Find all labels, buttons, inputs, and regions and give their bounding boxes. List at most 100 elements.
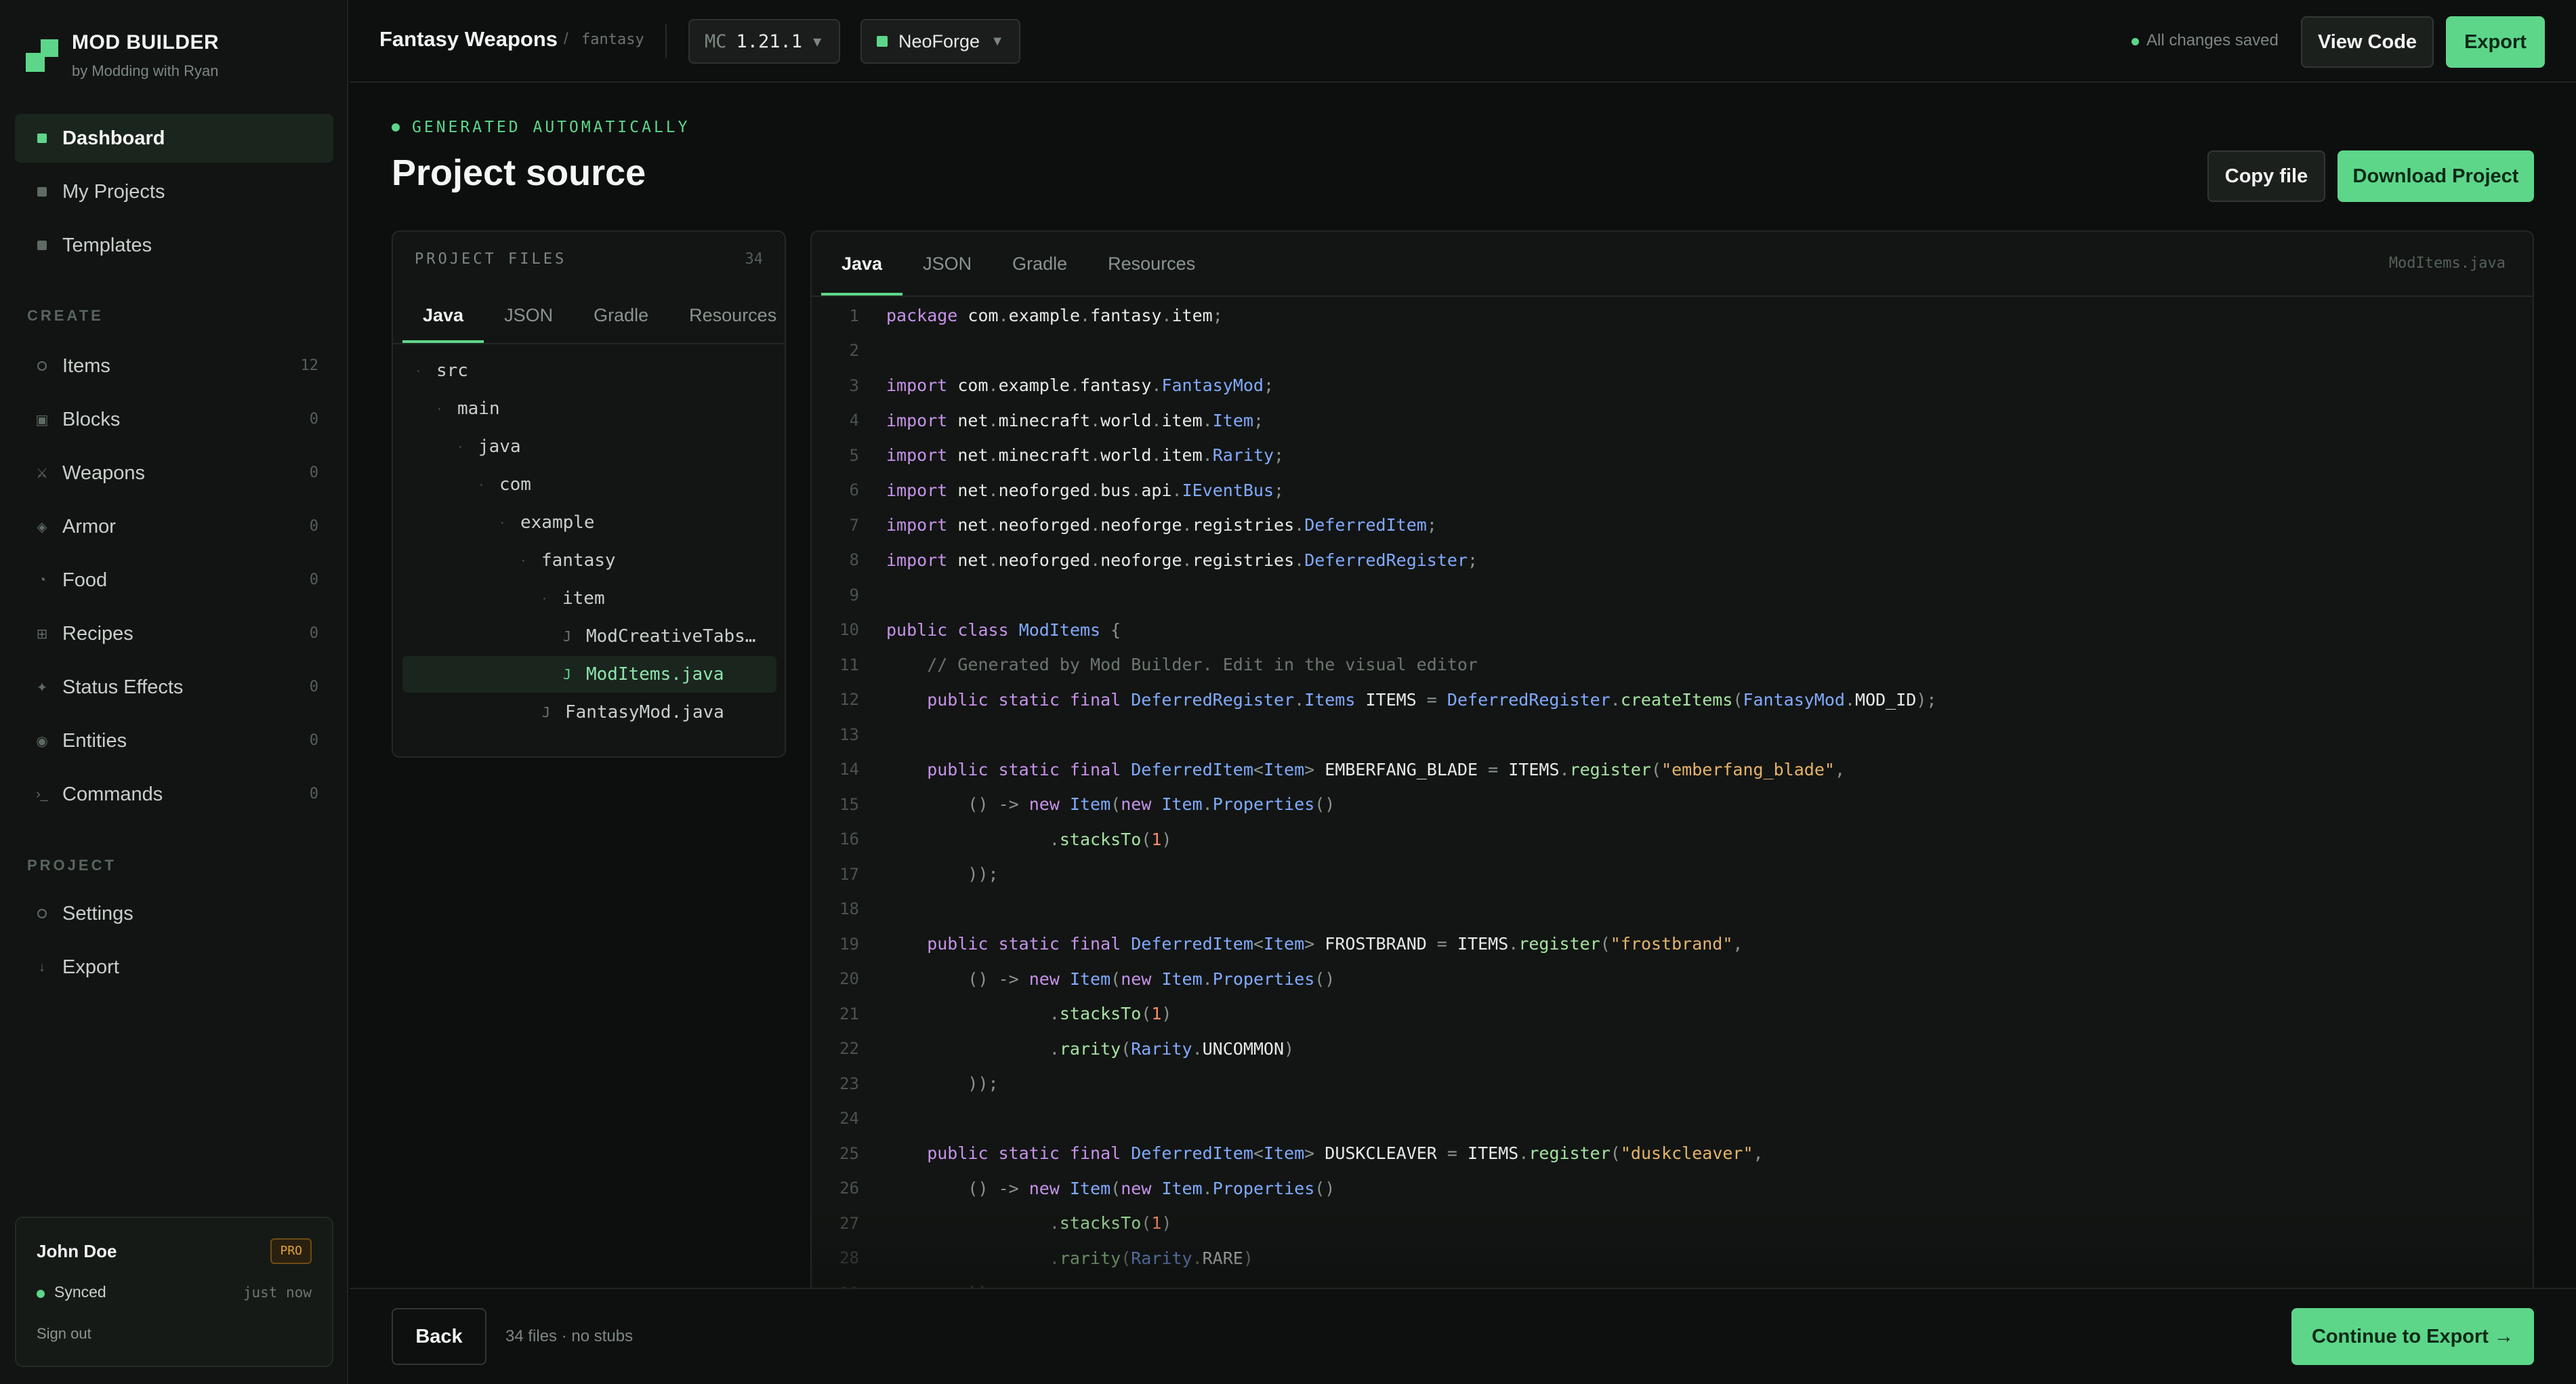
folder-caret-icon: · <box>500 514 505 530</box>
code-text: )); <box>886 1074 999 1094</box>
code-text: () -> new Item(new Item.Properties() <box>886 1178 1335 1198</box>
line-number: 10 <box>839 620 859 640</box>
user-name: John Doe <box>37 1241 117 1261</box>
sidebar-item-label: Blocks <box>62 408 121 430</box>
line-number: 25 <box>839 1143 859 1163</box>
folder-caret-icon: · <box>458 439 463 454</box>
tree-file[interactable]: J ModItems.java <box>402 656 776 693</box>
tree-folder[interactable]: · item <box>402 580 776 617</box>
sidebar-item-commands[interactable]: ›_ Commands 0 <box>15 770 333 819</box>
tree-item-label: src <box>436 361 468 381</box>
code-type-tabs: Java JSON Gradle Resources <box>821 232 1216 296</box>
loader-select[interactable]: NeoForge ▼ <box>860 19 1020 64</box>
tree-item-label: item <box>562 588 605 609</box>
code-tab-java[interactable]: Java <box>821 232 903 296</box>
code-viewer[interactable]: 1 package com.example.fantasy.item; 2 3 impo… <box>812 297 2533 1314</box>
folder-caret-icon: · <box>521 552 526 568</box>
sidebar-item-items[interactable]: Items 12 <box>15 342 333 390</box>
brand[interactable]: MOD BUILDER by Modding with Ryan <box>26 27 324 81</box>
code-line: 14 public static final DeferredItem<Item… <box>812 752 1845 788</box>
tree-file[interactable]: J ModCreativeTabs… <box>402 618 776 655</box>
save-status: All changes saved <box>2146 31 2279 49</box>
code-tab-resources[interactable]: Resources <box>1087 232 1216 296</box>
sidebar-item-label: Food <box>62 569 108 591</box>
continue-to-export-button[interactable]: Continue to Export → <box>2291 1308 2534 1365</box>
copy-file-button[interactable]: Copy file <box>2207 150 2325 202</box>
chevron-down-icon: ▼ <box>813 33 822 49</box>
line-number: 14 <box>839 760 859 779</box>
sidebar-item-label: My Projects <box>62 180 165 203</box>
tree-item-label: example <box>520 512 595 533</box>
tree-folder[interactable]: · fantasy <box>402 542 776 579</box>
code-text: .rarity(Rarity.UNCOMMON) <box>886 1038 1295 1059</box>
project-files-count: 34 <box>745 251 764 268</box>
tree-folder[interactable]: · com <box>402 466 776 503</box>
line-number: 24 <box>839 1109 859 1128</box>
code-text: public static final DeferredItem<Item> F… <box>886 934 1743 954</box>
tree-folder[interactable]: · example <box>402 504 776 541</box>
settings-icon <box>33 904 51 923</box>
sidebar-item-export[interactable]: ↓ Export <box>15 943 333 992</box>
code-text: import net.neoforged.neoforge.registries… <box>886 550 1478 570</box>
line-number: 15 <box>839 794 859 814</box>
mc-version-select[interactable]: MC 1.21.1 ▼ <box>688 19 840 64</box>
sidebar-item-recipes[interactable]: ⊞ Recipes 0 <box>15 609 333 658</box>
code-text: public static final DeferredItem<Item> D… <box>886 1143 1764 1164</box>
code-line: 3 import com.example.fantasy.FantasyMod; <box>812 368 1274 403</box>
sidebar-item-entities[interactable]: ◉ Entities 0 <box>15 716 333 765</box>
sidebar-item-blocks[interactable]: ▣ Blocks 0 <box>15 395 333 444</box>
files-tab-resources[interactable]: Resources <box>669 287 785 343</box>
code-text: public static final DeferredItem<Item> E… <box>886 759 1845 779</box>
code-line: 21 .stacksTo(1) <box>812 996 1171 1032</box>
download-project-button[interactable]: Download Project <box>2338 150 2534 202</box>
code-line: 6 import net.neoforged.bus.api.IEventBus; <box>812 473 1285 508</box>
sign-out-link[interactable]: Sign out <box>37 1325 91 1343</box>
folder-caret-icon: · <box>479 476 484 492</box>
code-line: 25 public static final DeferredItem<Item… <box>812 1136 1764 1171</box>
sidebar-item-food[interactable]: ◔ Food 0 <box>15 556 333 605</box>
tree-item-label: ModCreativeTabs… <box>586 626 756 647</box>
code-line: 4 import net.minecraft.world.item.Item; <box>812 403 1264 439</box>
sidebar-item-label: Export <box>62 956 119 978</box>
code-line: 20 () -> new Item(new Item.Properties() <box>812 962 1335 997</box>
back-button[interactable]: Back <box>392 1308 486 1365</box>
export-button[interactable]: Export <box>2446 16 2545 68</box>
files-tab-java[interactable]: Java <box>402 287 484 343</box>
recipes-icon: ⊞ <box>36 626 48 642</box>
sidebar-item-dashboard[interactable]: Dashboard <box>15 114 333 163</box>
sidebar-item-armor[interactable]: ◈ Armor 0 <box>15 502 333 551</box>
code-line: 17 )); <box>812 857 998 892</box>
sidebar-item-count: 0 <box>309 571 318 588</box>
tree-folder[interactable]: · src <box>402 352 776 389</box>
code-line: 7 import net.neoforged.neoforge.registrie… <box>812 508 1437 543</box>
code-tab-gradle[interactable]: Gradle <box>992 232 1087 296</box>
view-code-button[interactable]: View Code <box>2301 16 2434 68</box>
project-namespace: fantasy <box>581 31 644 48</box>
tree-file[interactable]: J FantasyMod.java <box>402 694 776 731</box>
line-number: 4 <box>849 411 859 430</box>
sidebar-item-label: Entities <box>62 729 127 752</box>
code-tab-json[interactable]: JSON <box>902 232 992 296</box>
sync-status-dot <box>37 1290 45 1298</box>
line-number: 26 <box>839 1179 859 1198</box>
neoforge-icon <box>877 36 888 47</box>
tree-item-label: ModItems.java <box>586 664 724 685</box>
line-number: 19 <box>839 934 859 954</box>
sidebar-item-label: Settings <box>62 902 133 924</box>
sidebar-item-settings[interactable]: Settings <box>15 889 333 938</box>
tree-folder[interactable]: · java <box>402 428 776 465</box>
armor-icon: ◈ <box>37 519 47 535</box>
sidebar-item-my-projects[interactable]: My Projects <box>15 167 333 216</box>
code-text: public static final DeferredRegister.Ite… <box>886 689 1937 710</box>
sidebar-item-templates[interactable]: Templates <box>15 221 333 270</box>
line-number: 1 <box>849 306 859 325</box>
sidebar-item-label: Dashboard <box>62 127 165 149</box>
sidebar-item-label: Status Effects <box>62 676 184 698</box>
topbar-divider <box>665 24 667 58</box>
code-line: 23 )); <box>812 1066 998 1101</box>
sidebar-item-weapons[interactable]: ⚔ Weapons 0 <box>15 449 333 497</box>
files-tab-json[interactable]: JSON <box>484 287 573 343</box>
sidebar-item-status-effects[interactable]: ✦ Status Effects 0 <box>15 663 333 712</box>
files-tab-gradle[interactable]: Gradle <box>573 287 669 343</box>
tree-folder[interactable]: · main <box>402 390 776 427</box>
